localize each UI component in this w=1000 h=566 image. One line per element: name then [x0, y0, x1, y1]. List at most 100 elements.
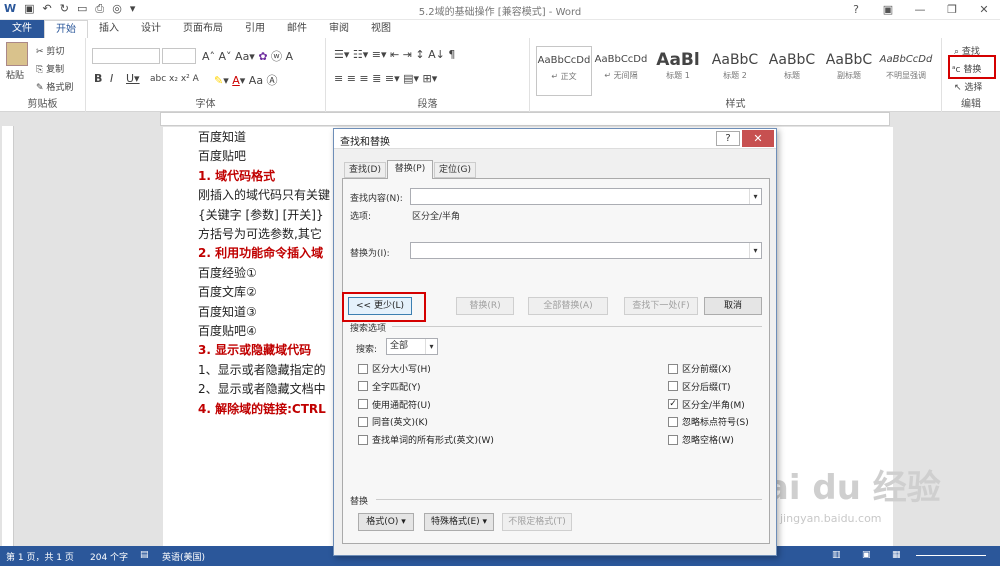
style-preview: AaBbCcDd: [594, 54, 648, 65]
style-item[interactable]: AaBbC 标题: [764, 46, 820, 96]
special-format-button[interactable]: 特殊格式(E) ▾: [424, 513, 494, 531]
search-option-checkbox[interactable]: 查找单词的所有形式(英文)(W): [358, 433, 494, 446]
language[interactable]: 英语(美国): [162, 550, 205, 563]
search-option-checkbox[interactable]: 区分后缀(T): [668, 380, 731, 393]
read-mode-icon[interactable]: ▥: [832, 550, 841, 560]
replace-one-button[interactable]: 替换(R): [456, 297, 514, 315]
search-option-checkbox[interactable]: 全字匹配(Y): [358, 380, 421, 393]
close-icon[interactable]: ✕: [968, 0, 1000, 20]
search-option-checkbox[interactable]: 区分大小写(H): [358, 362, 431, 375]
dialog-help-button[interactable]: ?: [716, 131, 740, 146]
dialog-close-button[interactable]: ✕: [742, 130, 774, 147]
tab-page-layout[interactable]: 页面布局: [172, 20, 234, 38]
search-direction-label: 搜索:: [356, 345, 378, 355]
style-item[interactable]: AaBbCcDd ↵ 正文: [536, 46, 592, 96]
replace-dropdown-icon[interactable]: ▾: [749, 243, 761, 258]
style-item[interactable]: AaBbCcDd ↵ 无间隔: [593, 46, 649, 96]
checkbox-icon[interactable]: [358, 363, 368, 374]
tab-design[interactable]: 设计: [130, 20, 172, 38]
highlight-color-buttons[interactable]: ✎▾ A▾ Aa Ⓐ: [214, 72, 278, 88]
replace-all-button[interactable]: 全部替换(A): [528, 297, 608, 315]
checkbox-icon[interactable]: [358, 434, 368, 445]
style-item[interactable]: AaBbCcDd 不明显强调: [878, 46, 934, 96]
style-item[interactable]: AaBbC 副标题: [821, 46, 877, 96]
search-option-checkbox[interactable]: 忽略空格(W): [668, 433, 734, 446]
cancel-button[interactable]: 取消: [704, 297, 762, 315]
font-size-combo[interactable]: [162, 48, 196, 64]
tab-insert[interactable]: 插入: [88, 20, 130, 38]
search-direction-dropdown-icon[interactable]: ▾: [425, 339, 437, 354]
italic-button[interactable]: I: [110, 72, 113, 85]
checkbox-label: 同音(英文)(K): [372, 418, 428, 429]
format-button[interactable]: 格式(O) ▾: [358, 513, 414, 531]
strike-sub-super-buttons[interactable]: abc x₂ x² A: [150, 74, 199, 84]
tab-file[interactable]: 文件: [0, 20, 44, 38]
document-line: 2、显示或者隐藏文档中: [198, 382, 326, 397]
checkbox-label: 使用通配符(U): [372, 400, 431, 411]
tab-find[interactable]: 查找(D): [344, 162, 386, 178]
print-layout-icon[interactable]: ▣: [862, 550, 871, 560]
checkbox-icon[interactable]: [358, 399, 368, 410]
copy-icon: ⎘: [36, 65, 47, 75]
no-format-button[interactable]: 不限定格式(T): [502, 513, 572, 531]
style-item[interactable]: AaBl 标题 1: [650, 46, 706, 96]
search-option-checkbox[interactable]: 区分前缀(X): [668, 362, 731, 375]
checkbox-icon[interactable]: [668, 434, 678, 445]
proofing-icon[interactable]: ▤: [140, 550, 149, 560]
word-count[interactable]: 204 个字: [90, 550, 128, 563]
search-option-checkbox[interactable]: 忽略标点符号(S): [668, 415, 749, 428]
cut-button[interactable]: ✂ 剪切: [36, 44, 64, 57]
ribbon-display-icon[interactable]: ▣: [872, 0, 904, 20]
search-direction-select[interactable]: 全部 ▾: [386, 338, 438, 355]
tab-replace[interactable]: 替换(P): [387, 160, 433, 179]
document-line: 百度文库②: [198, 285, 257, 300]
styles-group: AaBbCcDd ↵ 正文 AaBbCcDd ↵ 无间隔 AaBl 标题 1 AaBbC 标题…: [530, 38, 942, 112]
find-label: 查找内容(N):: [350, 194, 403, 204]
align-buttons[interactable]: ≡ ≡ ≡ ≣ ≡▾ ▤▾ ⊞▾: [334, 72, 437, 85]
tab-mailings[interactable]: 邮件: [276, 20, 318, 38]
find-input[interactable]: ▾: [410, 188, 762, 205]
style-preview: AaBl: [656, 50, 700, 70]
format-painter-button[interactable]: ✎ 格式刷: [36, 80, 73, 93]
checkbox-icon[interactable]: [358, 416, 368, 427]
find-next-button[interactable]: 查找下一处(F): [624, 297, 698, 315]
checkbox-checked-icon[interactable]: ✓: [668, 399, 678, 410]
tab-home[interactable]: 开始: [44, 20, 88, 38]
search-option-checkbox[interactable]: ✓ 区分全/半角(M): [668, 398, 745, 411]
style-item[interactable]: AaBbC 标题 2: [707, 46, 763, 96]
replace-input[interactable]: ▾: [410, 242, 762, 259]
paste-icon[interactable]: [6, 42, 28, 66]
checkbox-icon[interactable]: [668, 363, 678, 374]
checkbox-icon[interactable]: [668, 416, 678, 427]
page-count[interactable]: 第 1 页，共 1 页: [6, 550, 74, 563]
tab-view[interactable]: 视图: [360, 20, 402, 38]
vertical-ruler[interactable]: [2, 126, 14, 546]
help-icon[interactable]: ?: [840, 0, 872, 20]
checkbox-icon[interactable]: [358, 381, 368, 392]
underline-button[interactable]: U▾: [126, 72, 140, 85]
document-line: 3. 显示或隐藏域代码: [198, 343, 312, 358]
clipboard-group: 粘贴 ✂ 剪切 ⎘ 复制 ✎ 格式刷 剪贴板: [0, 38, 86, 112]
select-button[interactable]: ↖ 选择: [954, 80, 982, 93]
maximize-icon[interactable]: ❐: [936, 0, 968, 20]
list-buttons[interactable]: ☰▾ ☷▾ ≡▾ ⇤ ⇥ ↕ A↓ ¶: [334, 48, 455, 61]
ribbon-tabs: 文件 开始 插入 设计 页面布局 引用 邮件 审阅 视图: [0, 20, 1000, 38]
format-painter-label: 格式刷: [46, 83, 74, 93]
bold-button[interactable]: B: [94, 72, 102, 85]
font-name-combo[interactable]: [92, 48, 160, 64]
search-option-checkbox[interactable]: 使用通配符(U): [358, 398, 431, 411]
find-dropdown-icon[interactable]: ▾: [749, 189, 761, 204]
horizontal-ruler[interactable]: [160, 112, 890, 126]
tab-goto[interactable]: 定位(G): [434, 162, 476, 178]
tab-review[interactable]: 审阅: [318, 20, 360, 38]
checkbox-icon[interactable]: [668, 381, 678, 392]
web-layout-icon[interactable]: ▦: [892, 550, 901, 560]
font-size-buttons[interactable]: A˄ A˅ Aa▾ ✿ ⓦ A: [202, 48, 293, 64]
minimize-icon[interactable]: —: [904, 0, 936, 20]
paste-button[interactable]: 粘贴: [6, 68, 24, 81]
zoom-slider[interactable]: [916, 555, 986, 556]
font-group-label: 字体: [195, 99, 216, 110]
copy-button[interactable]: ⎘ 复制: [36, 62, 64, 75]
search-option-checkbox[interactable]: 同音(英文)(K): [358, 415, 428, 428]
tab-references[interactable]: 引用: [234, 20, 276, 38]
